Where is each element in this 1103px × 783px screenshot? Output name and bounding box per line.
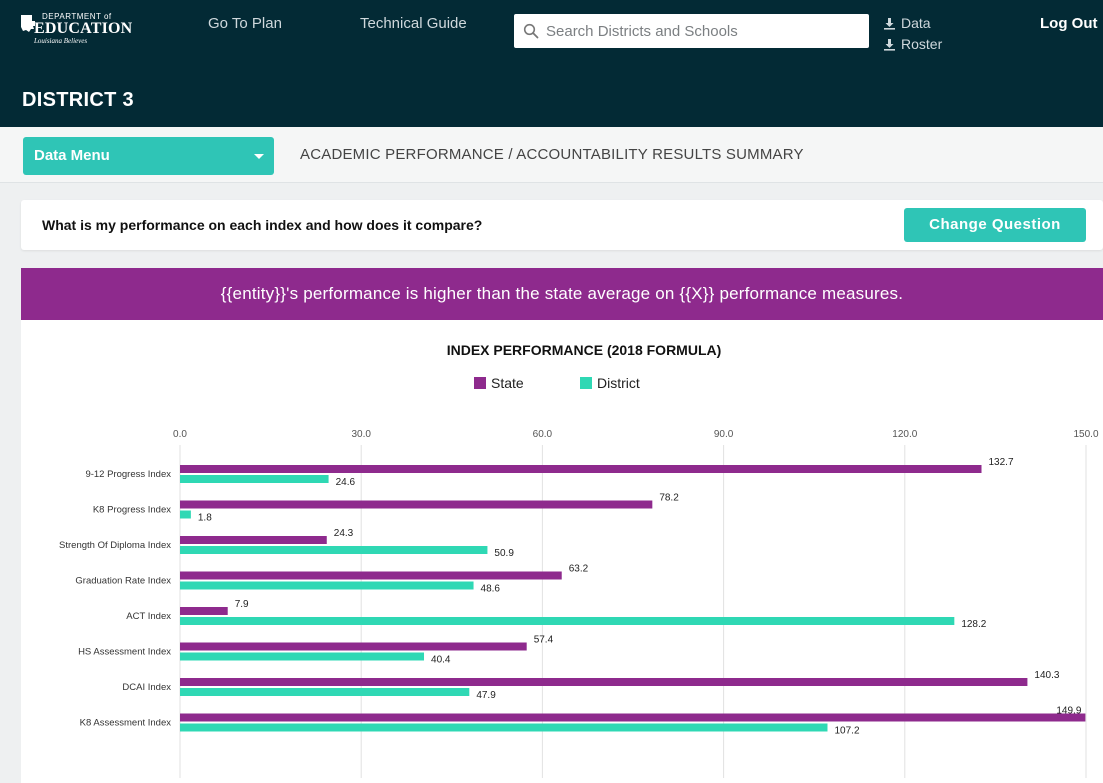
download-roster-link[interactable]: Roster [883, 36, 942, 52]
data-label-district: 50.9 [494, 548, 514, 559]
category-label: Strength Of Diploma Index [59, 540, 171, 551]
bar-district [180, 688, 470, 696]
bar-state [180, 713, 1086, 722]
download-roster-label: Roster [901, 36, 943, 52]
bar-district [180, 723, 828, 732]
index-performance-chart: INDEX PERFORMANCE (2018 FORMULA) State Dis… [21, 320, 1103, 783]
sub-navigation-bar: Data Menu ACADEMIC PERFORMANCE / ACCOUNT… [0, 127, 1103, 183]
top-header: DEPARTMENT of EDUCATION Louisiana Believ… [0, 0, 1103, 127]
data-label-district: 107.2 [834, 726, 859, 737]
data-label-district: 47.9 [476, 690, 496, 701]
data-label-state: 140.3 [1034, 670, 1059, 681]
performance-summary-banner: {{entity}}'s performance is higher than … [21, 268, 1103, 320]
data-menu-label: Data Menu [34, 147, 110, 164]
data-label-district: 24.6 [336, 477, 356, 488]
chart-title: INDEX PERFORMANCE (2018 FORMULA) [447, 342, 722, 358]
data-menu-dropdown[interactable]: Data Menu [23, 137, 274, 175]
legend-swatch-state [474, 377, 486, 389]
bar-district [180, 617, 955, 625]
legend-label-district: District [597, 375, 640, 391]
logo-line-2: EDUCATION [34, 20, 133, 37]
category-label: K8 Assessment Index [80, 718, 172, 729]
download-data-label: Data [901, 15, 931, 31]
category-label: Graduation Rate Index [75, 576, 171, 587]
download-icon [884, 17, 895, 30]
nav-technical-guide[interactable]: Technical Guide [360, 15, 467, 32]
chevron-down-icon [254, 154, 264, 159]
bar-state [180, 571, 562, 580]
data-label-state: 78.2 [659, 493, 679, 504]
bar-district [180, 652, 425, 661]
district-title: DISTRICT 3 [22, 89, 134, 111]
department-of-education-logo[interactable]: DEPARTMENT of EDUCATION Louisiana Believ… [20, 12, 132, 48]
bar-district [180, 475, 329, 483]
data-label-district: 48.6 [481, 584, 501, 595]
search-icon [523, 23, 539, 39]
download-icon [884, 38, 895, 51]
data-label-district: 40.4 [431, 655, 451, 666]
change-question-button[interactable]: Change Question [904, 208, 1086, 242]
category-label: HS Assessment Index [78, 647, 171, 658]
bar-state [180, 678, 1028, 686]
data-label-district: 1.8 [198, 513, 212, 524]
bar-state [180, 465, 982, 473]
nav-go-to-plan[interactable]: Go To Plan [208, 15, 282, 32]
category-label: 9-12 Progress Index [85, 469, 171, 480]
download-data-link[interactable]: Data [883, 15, 931, 31]
x-tick-label: 60.0 [533, 429, 553, 440]
question-text: What is my performance on each index and… [42, 217, 483, 233]
bar-state [180, 642, 527, 651]
data-label-state: 7.9 [235, 599, 249, 610]
bar-district [180, 546, 488, 554]
bar-state [180, 500, 653, 509]
legend-swatch-district [580, 377, 592, 389]
data-label-state: 132.7 [989, 457, 1014, 468]
category-label: DCAI Index [122, 682, 171, 693]
data-label-state: 63.2 [569, 564, 589, 575]
x-tick-label: 30.0 [351, 429, 371, 440]
bar-state [180, 536, 327, 544]
chart-svg: INDEX PERFORMANCE (2018 FORMULA) State Dis… [59, 342, 1099, 778]
search-box [514, 14, 869, 48]
logo-line-3: Louisiana Believes [34, 37, 88, 45]
category-label: ACT Index [126, 611, 171, 622]
x-tick-label: 150.0 [1073, 429, 1098, 440]
data-label-state: 57.4 [534, 635, 554, 646]
bar-district [180, 510, 191, 519]
x-tick-label: 90.0 [714, 429, 734, 440]
breadcrumb: ACADEMIC PERFORMANCE / ACCOUNTABILITY RE… [300, 146, 804, 163]
x-tick-label: 0.0 [173, 429, 187, 440]
data-label-state: 149.9 [1056, 706, 1081, 717]
logout-link[interactable]: Log Out [1040, 15, 1097, 32]
data-label-district: 128.2 [961, 619, 986, 630]
category-label: K8 Progress Index [93, 505, 171, 516]
search-input[interactable] [546, 14, 861, 48]
legend-label-state: State [491, 375, 524, 391]
bar-district [180, 581, 474, 590]
question-card: What is my performance on each index and… [21, 200, 1103, 250]
x-tick-label: 120.0 [892, 429, 917, 440]
data-label-state: 24.3 [334, 528, 354, 539]
bar-state [180, 607, 228, 615]
